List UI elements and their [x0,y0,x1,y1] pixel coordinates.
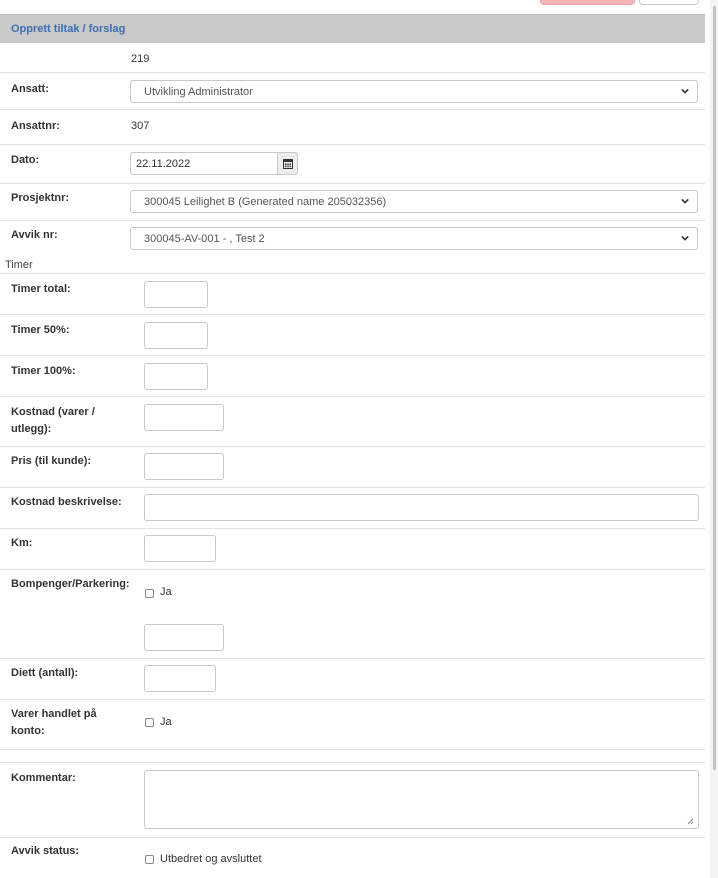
divider [0,355,705,356]
kostnad-beskrivelse-label: Kostnad beskrivelse: [11,496,122,508]
pris-label: Pris (til kunde): [11,455,92,467]
prosjektnr-value: 300045 Leilighet B (Generated name 20503… [144,196,387,208]
kostnad-label-line-1: Kostnad (varer / [11,406,95,418]
divider [0,183,705,184]
avvik-status-label: Avvik status: [11,845,80,857]
prosjektnr-label: Prosjektnr: [11,192,70,204]
secondary-action-button[interactable] [639,0,699,5]
bompenger-amount-input[interactable] [144,624,224,651]
divider [0,273,705,274]
resize-handle-icon[interactable] [687,818,694,825]
timer-50-input[interactable] [144,322,208,349]
pris-input[interactable] [144,453,224,480]
divider [0,762,705,763]
varer-label-line-2: konto: [11,725,45,737]
panel-header: Opprett tiltak / forslag [0,14,705,43]
bompenger-checkbox-label: Ja [160,586,172,598]
avvik-status-checkbox-label: Utbedret og avsluttet [160,853,262,865]
varer-checkbox[interactable] [145,718,154,727]
divider [0,446,705,447]
divider [0,569,705,570]
ansatt-select[interactable]: Utvikling Administrator [130,80,698,103]
divider [0,144,705,145]
varer-label: Varer handlet på konto: [11,706,97,740]
divider [0,109,705,110]
chevron-down-icon [681,198,689,204]
dato-label: Dato: [11,154,40,166]
scrollbar-thumb[interactable] [713,6,716,770]
timer-100-input[interactable] [144,363,208,390]
avvik-nr-select[interactable]: 300045-AV-001 - , Test 2 [130,227,698,250]
kostnad-label: Kostnad (varer / utlegg): [11,404,95,438]
varer-label-line-1: Varer handlet på [11,708,97,720]
divider [0,837,705,838]
ansatt-label: Ansatt: [11,83,49,95]
diett-input[interactable] [144,665,216,692]
avvik-status-checkbox[interactable] [145,855,154,864]
prosjektnr-select[interactable]: 300045 Leilighet B (Generated name 20503… [130,190,698,213]
ansattnr-label: Ansattnr: [11,120,60,132]
panel-title: Opprett tiltak / forslag [11,23,126,35]
timer-total-input[interactable] [144,281,208,308]
divider [0,487,705,488]
primary-action-button[interactable] [540,0,635,5]
calendar-icon [283,159,293,169]
bompenger-checkbox[interactable] [145,589,154,598]
ansatt-value: Utvikling Administrator [144,86,253,98]
calendar-button[interactable] [277,152,298,175]
divider [0,749,705,750]
chevron-down-icon [681,88,689,94]
kostnad-label-line-2: utlegg): [11,423,52,435]
avvik-nr-value: 300045-AV-001 - , Test 2 [144,233,265,245]
timer-100-label: Timer 100%: [11,365,76,377]
diett-label: Diett (antall): [11,667,79,679]
timer-section-title: Timer [5,259,33,271]
divider [0,528,705,529]
avvik-nr-label: Avvik nr: [11,229,58,241]
divider [0,658,705,659]
km-input[interactable] [144,535,216,562]
divider [0,220,705,221]
kostnad-input[interactable] [144,404,224,431]
timer-50-label: Timer 50%: [11,324,70,336]
kommentar-textarea[interactable] [144,770,699,829]
timer-total-label: Timer total: [11,283,71,295]
varer-checkbox-label: Ja [160,716,172,728]
divider [0,699,705,700]
km-label: Km: [11,537,33,549]
divider [0,396,705,397]
kostnad-beskrivelse-input[interactable] [144,494,699,521]
bompenger-label: Bompenger/Parkering: [11,578,130,590]
dato-input[interactable]: 22.11.2022 [130,152,278,175]
chevron-down-icon [681,235,689,241]
divider [0,314,705,315]
divider [0,72,705,73]
dato-value: 22.11.2022 [136,158,191,170]
kommentar-label: Kommentar: [11,772,76,784]
ansattnr-value: 307 [131,120,150,132]
record-id: 219 [131,53,150,65]
